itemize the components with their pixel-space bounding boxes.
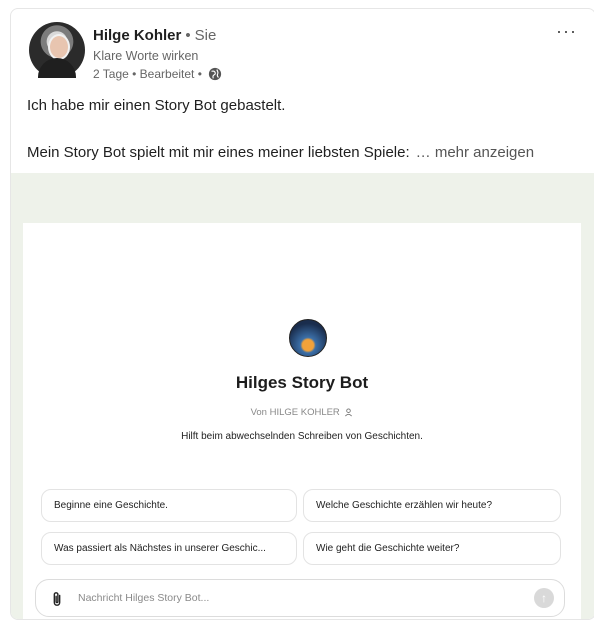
author-headline: Klare Worte wirken <box>93 49 199 63</box>
post-media[interactable]: Hilges Story Bot Von HILGE KOHLER Hilft … <box>11 173 594 619</box>
send-arrow-icon: ↑ <box>534 588 554 608</box>
bot-title: Hilges Story Bot <box>235 373 369 392</box>
paperclip-icon <box>53 592 61 606</box>
post-meta-text: 2 Tage • Bearbeitet • <box>93 67 202 81</box>
author-name-row: Hilge Kohler • Sie <box>93 27 216 44</box>
message-composer: Nachricht Hilges Story Bot... ↑ <box>35 579 565 617</box>
separator-dot: • <box>185 27 191 44</box>
post-card: Hilge Kohler • Sie Klare Worte wirken 2 Ta… <box>10 8 594 620</box>
suggestion-button: Welche Geschichte erzählen wir heute? <box>303 489 561 522</box>
author-name[interactable]: Hilge Kohler <box>93 27 181 44</box>
author-relation: Sie <box>194 27 217 44</box>
suggestion-button: Was passiert als Nächstes in unserer Ges… <box>41 532 297 565</box>
chatbot-screenshot: Hilges Story Bot Von HILGE KOHLER Hilft … <box>23 223 581 619</box>
composer-placeholder: Nachricht Hilges Story Bot... <box>78 592 210 604</box>
post-text-line-1: Ich habe mir einen Story Bot gebastelt. <box>27 97 286 114</box>
post-text-line-2-content: Mein Story Bot spielt mit mir eines mein… <box>27 144 410 161</box>
suggestion-button: Wie geht die Geschichte weiter? <box>303 532 561 565</box>
person-icon <box>345 408 353 417</box>
bot-author-text: Von HILGE KOHLER <box>250 407 340 418</box>
avatar-shoulders <box>38 58 76 78</box>
suggestion-button: Beginne eine Geschichte. <box>41 489 297 522</box>
author-avatar[interactable] <box>29 22 85 78</box>
post-text-line-2: Mein Story Bot spielt mit mir eines mein… <box>27 144 534 161</box>
bot-description: Hilft beim abwechselnden Schreiben von G… <box>181 431 423 442</box>
bot-avatar-icon <box>289 319 327 357</box>
see-more-link[interactable]: … mehr anzeigen <box>416 144 534 161</box>
globe-icon <box>208 67 222 81</box>
avatar-face <box>48 34 70 60</box>
post-meta: 2 Tage • Bearbeitet • <box>93 67 222 81</box>
bot-author: Von HILGE KOHLER <box>23 407 581 418</box>
more-options-button[interactable]: ··· <box>556 21 577 42</box>
